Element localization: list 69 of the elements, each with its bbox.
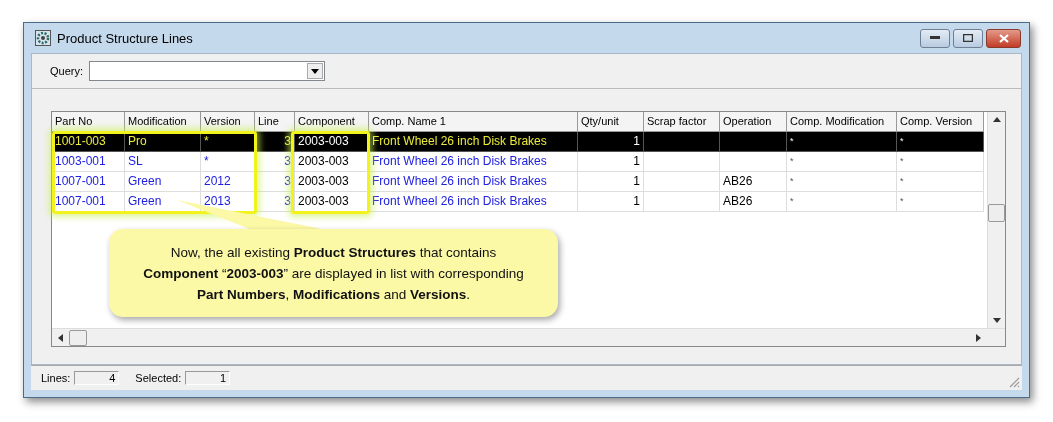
table-cell: Green: [125, 172, 201, 192]
minimize-button[interactable]: [920, 28, 950, 48]
table-cell: 1003-001: [52, 152, 125, 172]
table-cell: *: [897, 192, 984, 212]
scroll-thumb[interactable]: [69, 329, 87, 346]
table-cell: *: [201, 132, 255, 152]
table-cell: SL: [125, 152, 201, 172]
table-cell: 2012: [201, 172, 255, 192]
table-cell: *: [201, 152, 255, 172]
column-header[interactable]: Part No: [52, 112, 125, 132]
lines-count: 4: [74, 371, 120, 385]
column-header[interactable]: Line: [255, 112, 295, 132]
table-cell: [720, 132, 787, 152]
window-title: Product Structure Lines: [57, 30, 193, 46]
selected-count: 1: [185, 371, 231, 385]
scroll-down-icon[interactable]: [992, 318, 1001, 323]
query-dropdown[interactable]: [89, 61, 325, 81]
table-cell: Front Wheel 26 inch Disk Brakes: [369, 172, 578, 192]
table-cell: *: [787, 192, 897, 212]
table-cell: 1: [578, 132, 644, 152]
table-cell: *: [897, 152, 984, 172]
selected-label: Selected:: [135, 372, 182, 384]
scroll-up-icon[interactable]: [992, 117, 1001, 122]
lines-label: Lines:: [41, 372, 71, 384]
table-cell: AB26: [720, 192, 787, 212]
table-cell: [720, 152, 787, 172]
column-header[interactable]: Modification: [125, 112, 201, 132]
table-cell: 1: [578, 172, 644, 192]
maximize-icon: [963, 34, 973, 42]
table-cell: *: [787, 152, 897, 172]
column-header[interactable]: Comp. Modification: [787, 112, 897, 132]
vertical-scrollbar[interactable]: [987, 112, 1005, 328]
app-icon: [35, 30, 51, 46]
table-cell: *: [897, 132, 984, 152]
maximize-button[interactable]: [953, 28, 983, 48]
table-cell: Front Wheel 26 inch Disk Brakes: [369, 152, 578, 172]
horizontal-scrollbar[interactable]: [52, 328, 1005, 346]
query-label: Query:: [50, 65, 83, 77]
table-cell: 1007-001: [52, 172, 125, 192]
column-header[interactable]: Operation: [720, 112, 787, 132]
table-cell: 3: [255, 152, 295, 172]
table-cell: AB26: [720, 172, 787, 192]
table-cell: 3: [255, 192, 295, 212]
table-cell: 3: [255, 172, 295, 192]
column-header[interactable]: Comp. Version: [897, 112, 984, 132]
table-cell: 1007-001: [52, 192, 125, 212]
table-cell: 2003-003: [295, 152, 369, 172]
minimize-icon: [930, 36, 940, 40]
dropdown-arrow-icon: [311, 68, 319, 74]
scroll-thumb[interactable]: [988, 204, 1005, 222]
column-header[interactable]: Version: [201, 112, 255, 132]
table-cell: Front Wheel 26 inch Disk Brakes: [369, 132, 578, 152]
resize-grip-icon[interactable]: [1009, 377, 1020, 388]
column-header[interactable]: Comp. Name 1: [369, 112, 578, 132]
table-cell: 1: [578, 192, 644, 212]
table-cell: Front Wheel 26 inch Disk Brakes: [369, 192, 578, 212]
table-cell: *: [787, 132, 897, 152]
scroll-left-icon[interactable]: [58, 333, 63, 342]
table-cell: *: [787, 172, 897, 192]
table-cell: *: [897, 172, 984, 192]
column-header[interactable]: Scrap factor: [644, 112, 720, 132]
table-cell: 1: [578, 152, 644, 172]
column-header[interactable]: Component: [295, 112, 369, 132]
column-header[interactable]: Qty/unit: [578, 112, 644, 132]
close-button[interactable]: [986, 28, 1021, 48]
table-cell: Pro: [125, 132, 201, 152]
table-cell: 2003-003: [295, 172, 369, 192]
scroll-right-icon[interactable]: [976, 333, 981, 342]
close-icon: [998, 33, 1009, 43]
